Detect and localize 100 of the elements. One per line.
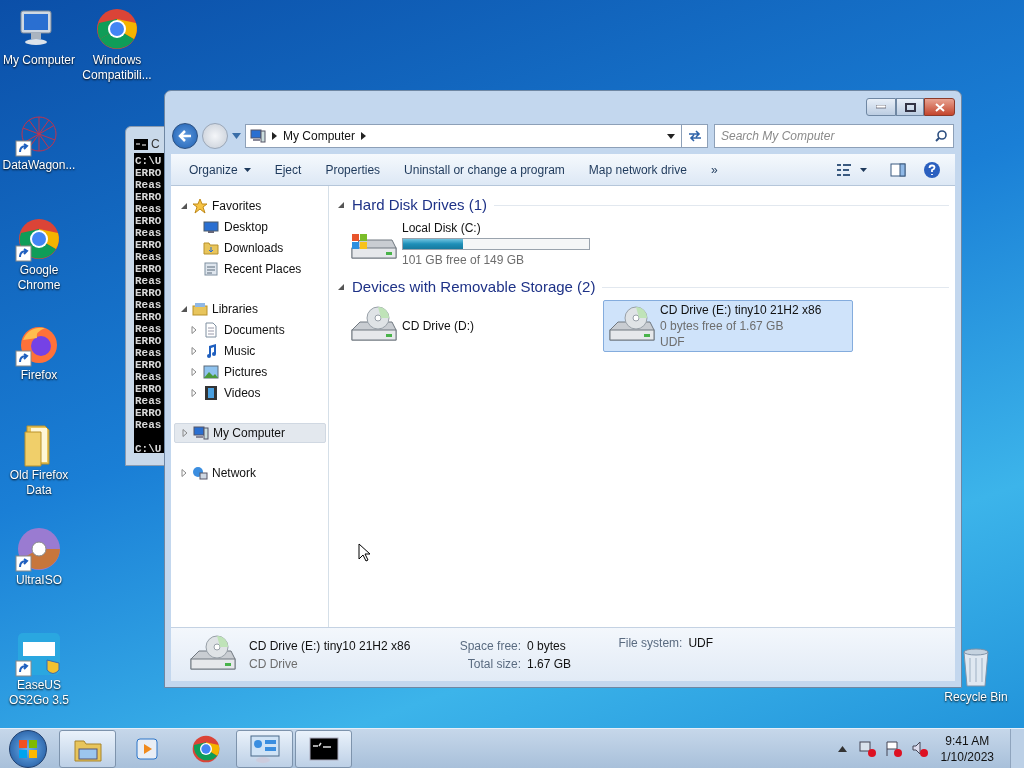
details-type: CD Drive [249,655,299,673]
back-arrow-icon [178,130,192,142]
picture-icon [203,363,219,380]
window-title: C [151,136,160,153]
desktop-icon-label[interactable]: DataWagon... [0,158,78,173]
maximize-button[interactable] [896,98,924,116]
speaker-muted-icon[interactable] [910,739,929,758]
computer-icon [193,425,209,441]
desktop-icon-label[interactable]: My Computer [0,53,78,68]
network-error-icon[interactable] [858,739,877,758]
console-icon [134,138,148,150]
network-icon [192,465,208,481]
toolbar-button[interactable]: Uninstall or change a program [392,156,577,183]
nav-item[interactable]: Favorites [174,196,326,216]
nav-item[interactable]: Recent Places [174,258,326,279]
clock-time: 9:41 AM [945,732,990,749]
nav-item[interactable]: Libraries [174,299,326,319]
show-hidden-icons-icon[interactable] [837,745,847,752]
search-input[interactable]: Search My Computer [721,127,935,145]
details-view-icon [836,162,852,177]
nav-item[interactable]: Videos [174,382,326,403]
property-label: Space free: [458,637,522,655]
start-button[interactable] [9,729,47,768]
computer-icon [250,128,266,144]
collapse-arrow-icon[interactable] [180,305,188,313]
expand-arrow-icon[interactable] [190,346,198,355]
library-icon [192,301,208,317]
taskbar-clock[interactable]: 9:41 AM 1/10/2023 [940,732,994,765]
desktop-icon-label[interactable]: UltraISO [0,573,78,588]
windows-logo-icon [18,738,38,759]
minimize-icon [876,105,886,109]
recent-places-icon [203,260,219,277]
expand-arrow-icon[interactable] [190,325,198,334]
desktop-icon-label[interactable]: Google Chrome [0,263,78,293]
drive-name: CD Drive (D:) [402,318,474,334]
media-player-icon [133,735,160,762]
desktop-icon-label[interactable]: Firefox [0,368,78,383]
nav-item[interactable]: Pictures [174,361,326,382]
drive-tile[interactable]: CD Drive (E:) tiny10 21H2 x86 0 bytes free of 1.67 GB UDF [603,300,853,352]
drive-detail: 0 bytes free of 1.67 GB [660,318,785,334]
restore-icon [904,102,916,112]
expand-arrow-icon[interactable] [190,367,198,376]
search-icon [935,130,947,142]
group-heading[interactable]: Devices with Removable Storage (2) [352,275,596,299]
collapse-arrow-icon[interactable] [337,201,345,209]
expand-arrow-icon[interactable] [181,429,189,437]
document-icon [203,321,219,338]
toolbar-button[interactable]: Eject [262,156,314,183]
close-icon [934,102,945,112]
property-value: 0 bytes [527,637,567,655]
clock-date: 1/10/2023 [940,748,994,765]
help-icon [923,160,941,179]
drive-tile[interactable]: Local Disk (C:) 101 GB free of 149 GB [345,218,595,270]
mouse-pointer-icon [358,543,370,562]
nav-item[interactable]: Downloads [174,237,326,258]
console-icon [308,736,339,761]
desktop-icon-label[interactable]: Windows Compatibili... [78,53,156,83]
dropdown-caret-icon[interactable] [667,133,675,139]
dropdown-caret-icon [243,167,251,172]
nav-item[interactable]: My Computer [174,423,326,443]
close-button[interactable] [924,98,955,116]
toolbar-button[interactable]: » [698,156,730,183]
nav-item[interactable]: Desktop [174,216,326,237]
toolbar-button[interactable]: Map network drive [576,156,699,183]
breadcrumb-arrow-icon [272,132,277,140]
drive-detail: UDF [660,334,686,350]
expand-arrow-icon[interactable] [190,388,198,397]
collapse-arrow-icon[interactable] [180,202,188,210]
address-bar[interactable]: My Computer [245,124,708,148]
property-value: 1.67 GB [527,655,573,673]
nav-item[interactable]: Documents [174,319,326,340]
taskbar-button[interactable] [295,729,352,768]
property-label: Total size: [466,655,522,673]
folder-icon [203,239,219,256]
group-heading[interactable]: Hard Disk Drives (1) [352,193,487,217]
drive-tile[interactable]: CD Drive (D:) [345,300,595,352]
refresh-icon [686,129,703,143]
breadcrumb-item[interactable]: My Computer [283,127,356,145]
nav-item[interactable]: Network [174,463,326,483]
flag-error-icon[interactable] [884,739,903,758]
property-label: File system: [618,635,683,652]
control-panel-icon [248,733,281,764]
history-caret-icon[interactable] [232,133,241,139]
toolbar-button[interactable]: Organize [177,156,263,183]
nav-item[interactable]: Music [174,340,326,361]
toolbar-button[interactable]: Properties [313,156,393,183]
search-field[interactable]: Search My Computer [714,124,954,148]
preview-pane-icon [890,162,906,177]
film-icon [203,384,219,401]
drive-name: Local Disk (C:) [402,220,482,236]
desktop-icon-label[interactable]: Old Firefox Data [0,468,78,498]
expand-arrow-icon[interactable] [180,469,188,477]
dropdown-caret-icon [860,167,867,172]
drive-name: CD Drive (E:) tiny10 21H2 x86 [660,302,822,318]
collapse-arrow-icon[interactable] [337,283,345,291]
back-button[interactable] [172,123,198,149]
drive-detail: 101 GB free of 149 GB [402,252,526,268]
star-icon [192,198,208,214]
property-value: UDF [688,635,714,652]
monitor-icon [203,218,219,235]
